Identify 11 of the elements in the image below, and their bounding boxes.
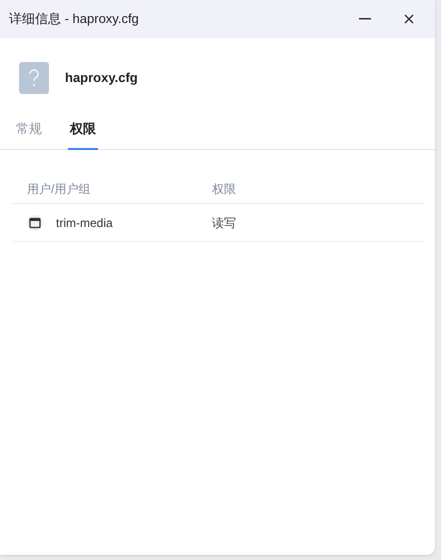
window-icon	[27, 214, 43, 230]
minimize-icon	[359, 18, 371, 20]
permission-cell-text: 读写	[212, 214, 236, 232]
window-title: 详细信息 - haproxy.cfg	[9, 10, 140, 28]
file-name: haproxy.cfg	[65, 69, 138, 88]
close-icon	[404, 14, 414, 24]
unknown-file-icon	[18, 61, 50, 95]
user-name: trim-media	[56, 214, 113, 232]
column-header: 权限	[212, 180, 236, 198]
tab[interactable]: 权限	[68, 118, 98, 150]
column-header: 用户/用户组	[26, 180, 92, 198]
